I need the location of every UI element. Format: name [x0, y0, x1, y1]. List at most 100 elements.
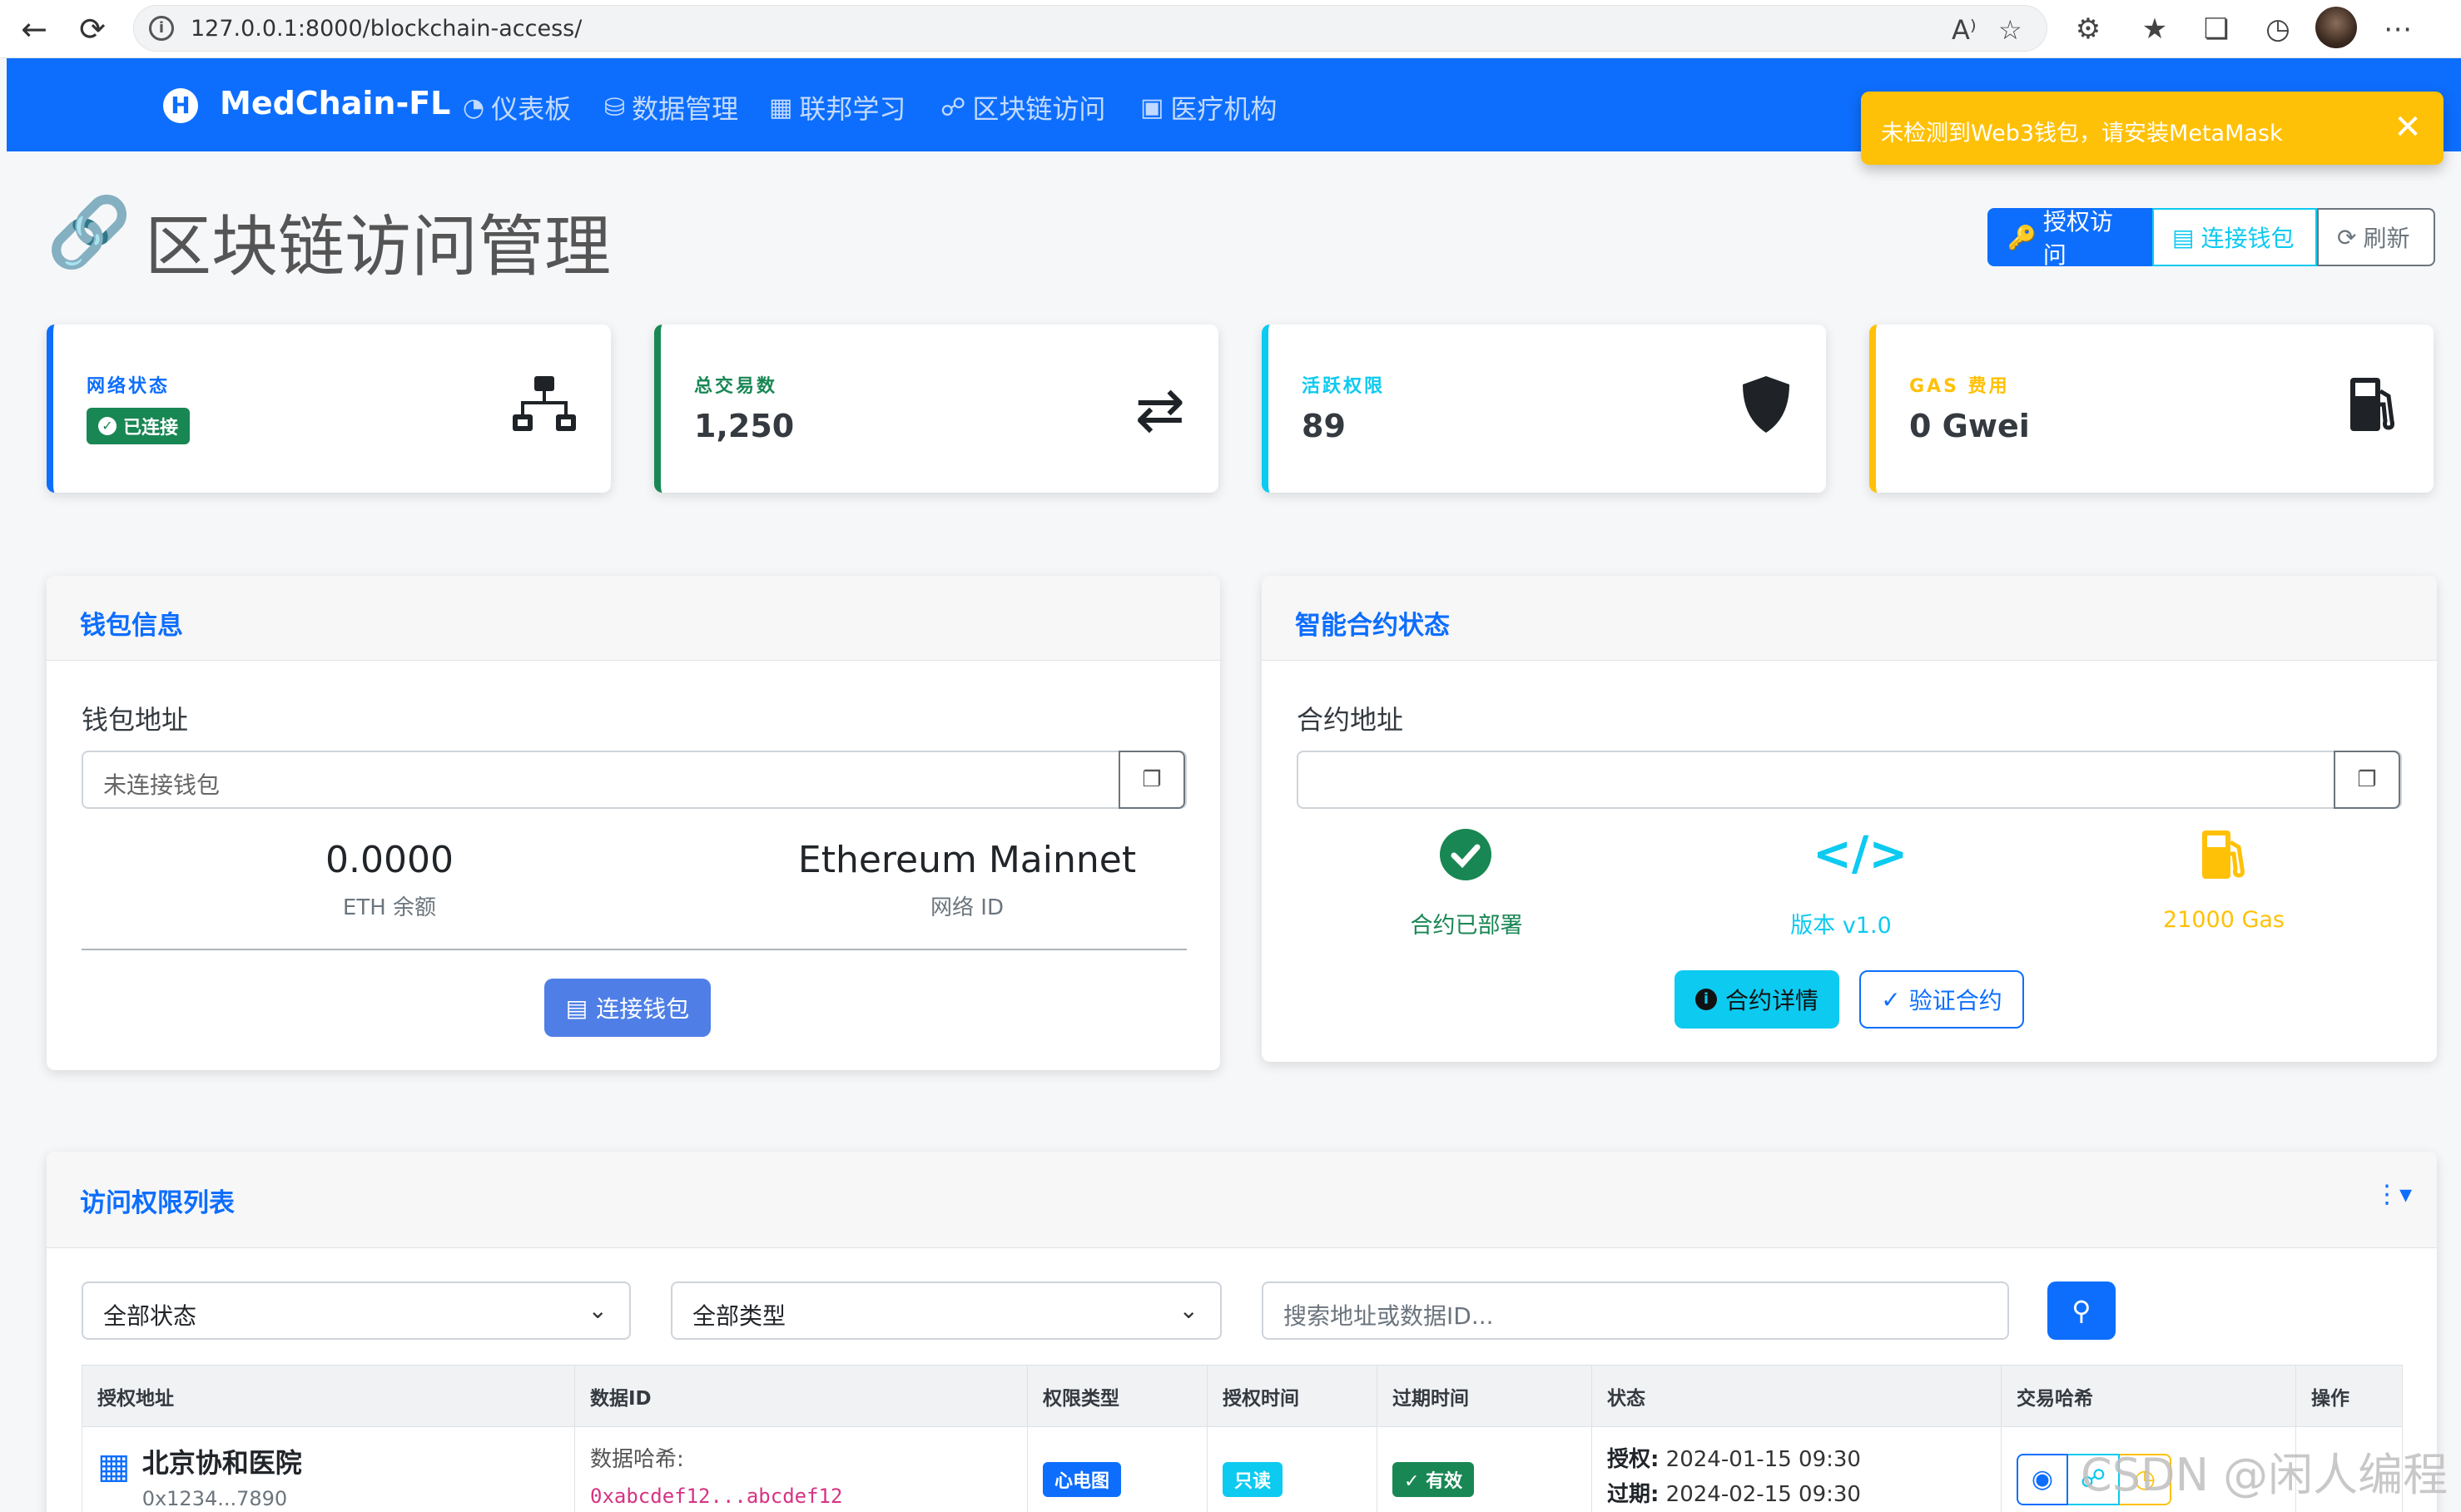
hospital-icon: ▦: [97, 1445, 131, 1486]
favorites-icon[interactable]: ★: [2134, 8, 2176, 50]
eth-balance-label: ETH 余额: [342, 895, 437, 920]
more-icon[interactable]: ⋯: [2377, 8, 2419, 50]
eth-balance: 0.0000: [325, 839, 454, 881]
collections-icon[interactable]: ❏: [2196, 8, 2237, 50]
network-name: Ethereum Mainnet: [797, 839, 1137, 881]
back-arrow-icon[interactable]: ←: [12, 7, 57, 52]
grant-time-cell: 只读: [1207, 1426, 1377, 1512]
column-header[interactable]: 交易哈希: [2001, 1365, 2296, 1427]
status-filter-select[interactable]: 全部状态 ⌄: [82, 1281, 631, 1340]
column-header[interactable]: 授权时间: [1207, 1365, 1377, 1427]
kebab-menu-icon[interactable]: ⋮▾: [2374, 1180, 2412, 1209]
wallet-info-panel: 钱包信息 钱包地址 未连接钱包 ❐ 0.0000 ETH 余额 Ethereum…: [47, 576, 1220, 1070]
link-icon: 🔗: [47, 193, 132, 272]
stat-label: 网络状态: [87, 376, 171, 397]
institution-address: 0x1234...7890: [141, 1487, 288, 1510]
stat-label: GAS 费用: [1909, 376, 2010, 397]
network-id-label: 网络 ID: [930, 895, 1004, 920]
stat-card-transactions: 总交易数 1,250 ⇄: [654, 325, 1218, 493]
status-cell: 授权: 2024-01-15 09:30 过期: 2024-02-15 09:3…: [1591, 1426, 2002, 1512]
column-header[interactable]: 权限类型: [1027, 1365, 1208, 1427]
type-filter-select[interactable]: 全部类型 ⌄: [671, 1281, 1222, 1340]
wallet-address-label: 钱包地址: [82, 704, 189, 736]
info-icon: i: [1694, 989, 1717, 1010]
panel-title: 钱包信息: [80, 611, 183, 641]
wallet-address-field[interactable]: 未连接钱包 ❐: [82, 751, 1187, 809]
stat-card-network: 网络状态 ✓ 已连接: [47, 325, 611, 493]
read-aloud-icon[interactable]: A⁾: [1952, 14, 1977, 46]
nav-link-blockchain[interactable]: ☍ 区块链访问: [940, 88, 1105, 126]
header-button-group: 🔑 授权访问 ▤ 连接钱包 ⟳ 刷新: [1987, 208, 2435, 269]
column-header[interactable]: 操作: [2295, 1365, 2403, 1427]
nav-link-data[interactable]: ⛁ 数据管理: [604, 88, 738, 126]
key-icon: 🔑: [2007, 223, 2037, 251]
toast-message: 未检测到Web3钱包，请安装MetaMask: [1881, 121, 2283, 146]
dashboard-icon: ◔: [463, 92, 485, 122]
close-icon[interactable]: ✕: [2387, 107, 2429, 148]
address-bar[interactable]: i 127.0.0.1:8000/blockchain-access/ A⁾ ☆: [133, 5, 2047, 52]
connect-wallet-button[interactable]: ▤ 连接钱包: [2152, 208, 2317, 266]
panel-title: 智能合约状态: [1295, 611, 1450, 641]
contract-deployed-text: 合约已部署: [1410, 913, 1523, 939]
select-value: 全部类型: [692, 1302, 786, 1330]
gas-pump-icon: [2347, 374, 2400, 449]
column-header[interactable]: 状态: [1591, 1365, 2002, 1427]
check-circle-icon: [1438, 827, 1493, 882]
button-label: 刷新: [2363, 225, 2410, 252]
reload-icon[interactable]: ⟳: [70, 7, 115, 52]
select-value: 全部状态: [103, 1302, 197, 1330]
institution-name: 北京协和医院: [141, 1447, 302, 1479]
status-badge: ✓ 已连接: [87, 408, 191, 444]
copy-icon[interactable]: ❐: [1119, 751, 1185, 809]
stat-value: 0 Gwei: [1909, 408, 2030, 444]
data-id-cell: 数据哈希: 0xabcdef12...abcdef12: [574, 1426, 1028, 1512]
type-badge: 心电图: [1043, 1462, 1122, 1497]
verify-contract-button[interactable]: ✓ 验证合约: [1859, 970, 2024, 1029]
stat-label: 总交易数: [694, 376, 778, 397]
column-header[interactable]: 数据ID: [574, 1365, 1028, 1427]
search-icon: ⚲: [2072, 1295, 2091, 1326]
stat-value: 89: [1302, 408, 1346, 444]
contract-version: 版本 v1.0: [1790, 913, 1892, 939]
sitemap-icon: [511, 374, 578, 449]
column-header[interactable]: 授权地址: [82, 1365, 575, 1427]
granted-time: 2024-01-15 09:30: [1665, 1447, 1861, 1472]
status-badge: ✓ 有效: [1392, 1462, 1475, 1497]
button-label: 连接钱包: [596, 995, 690, 1023]
type-cell: 心电图: [1027, 1426, 1208, 1512]
history-icon[interactable]: ◷: [2257, 8, 2299, 50]
link-icon: ☍: [940, 92, 966, 122]
button-label: 授权访问: [2042, 208, 2113, 269]
info-icon[interactable]: i: [149, 16, 174, 41]
favorite-star-icon[interactable]: ☆: [1998, 14, 2022, 46]
exchange-icon: ⇄: [1134, 374, 1185, 444]
smart-contract-panel: 智能合约状态 合约地址 ❐ 合约已部署 </> 版本 v1.0 21000 Ga…: [1262, 576, 2437, 1062]
connect-wallet-button[interactable]: ▤ 连接钱包: [544, 979, 711, 1037]
profile-avatar[interactable]: [2315, 7, 2357, 48]
extensions-icon[interactable]: ⚙: [2067, 8, 2109, 50]
code-icon: </>: [1813, 827, 1908, 881]
refresh-button[interactable]: ⟳ 刷新: [2317, 208, 2435, 266]
search-button[interactable]: ⚲: [2047, 1281, 2116, 1340]
shield-icon: [1739, 374, 1793, 449]
granted-label: 授权:: [1607, 1447, 1660, 1472]
expire-time-cell: ✓ 有效: [1377, 1426, 1592, 1512]
contract-address-field[interactable]: ❐: [1297, 751, 2402, 809]
data-hash-value: 0xabcdef12...abcdef12: [590, 1485, 843, 1508]
brand-logo-icon[interactable]: H: [163, 88, 198, 123]
check-circle-icon: ✓: [98, 417, 117, 435]
brand-name[interactable]: MedChain-FL: [220, 85, 450, 121]
authorize-access-button[interactable]: 🔑 授权访问: [1987, 208, 2152, 269]
view-icon[interactable]: ◉: [2017, 1454, 2068, 1505]
search-input[interactable]: 搜索地址或数据ID...: [1262, 1281, 2009, 1340]
nav-link-dashboard[interactable]: ◔ 仪表板: [463, 88, 571, 126]
nav-link-hospitals[interactable]: ▣ 医疗机构: [1140, 88, 1277, 126]
column-header[interactable]: 过期时间: [1377, 1365, 1592, 1427]
nav-link-federated[interactable]: ▦ 联邦学习: [769, 88, 906, 126]
data-hash-label: 数据哈希:: [590, 1447, 684, 1472]
stat-card-gas: GAS 费用 0 Gwei: [1869, 325, 2434, 493]
copy-icon[interactable]: ❐: [2334, 751, 2400, 809]
panel-header: 访问权限列表 ⋮▾: [47, 1152, 2437, 1248]
panel-header: 智能合约状态: [1262, 576, 2437, 661]
contract-details-button[interactable]: i 合约详情: [1675, 970, 1839, 1029]
